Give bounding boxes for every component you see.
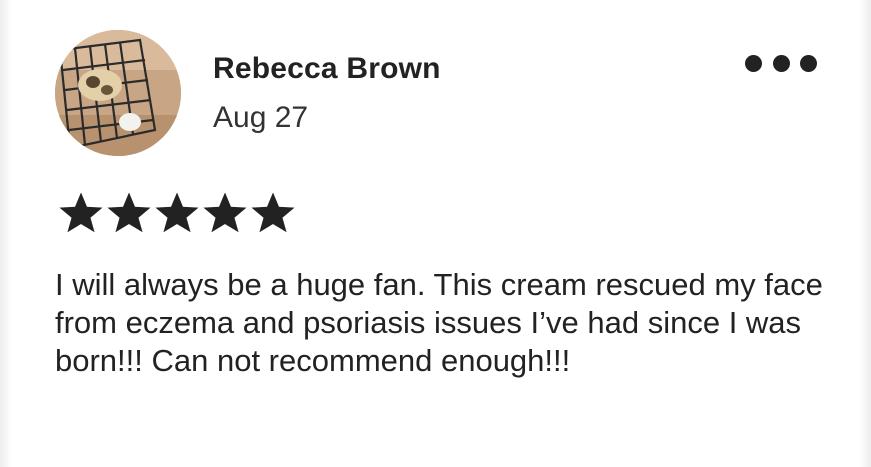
- left-edge-shadow: [0, 0, 12, 467]
- reviewer-name[interactable]: Rebecca Brown: [213, 52, 441, 86]
- more-options-icon: [745, 54, 762, 72]
- more-options-icon-dot: [800, 54, 817, 72]
- right-edge-shadow: [859, 0, 871, 467]
- star-icon: [59, 193, 103, 233]
- review-date: Aug 27: [213, 101, 309, 134]
- star-icon: [155, 193, 199, 233]
- star-icon: [251, 193, 295, 233]
- star-icon: [107, 193, 151, 233]
- more-options-icon-dot: [772, 54, 790, 72]
- review-card: Rebecca Brown Aug 27 I will always be a …: [0, 0, 871, 467]
- review-text: I will always be a huge fan. This cream …: [55, 267, 823, 378]
- star-rating: [58, 193, 296, 233]
- reviewer-avatar[interactable]: [55, 30, 181, 156]
- more-options-button[interactable]: [745, 48, 817, 78]
- star-icon: [203, 193, 247, 233]
